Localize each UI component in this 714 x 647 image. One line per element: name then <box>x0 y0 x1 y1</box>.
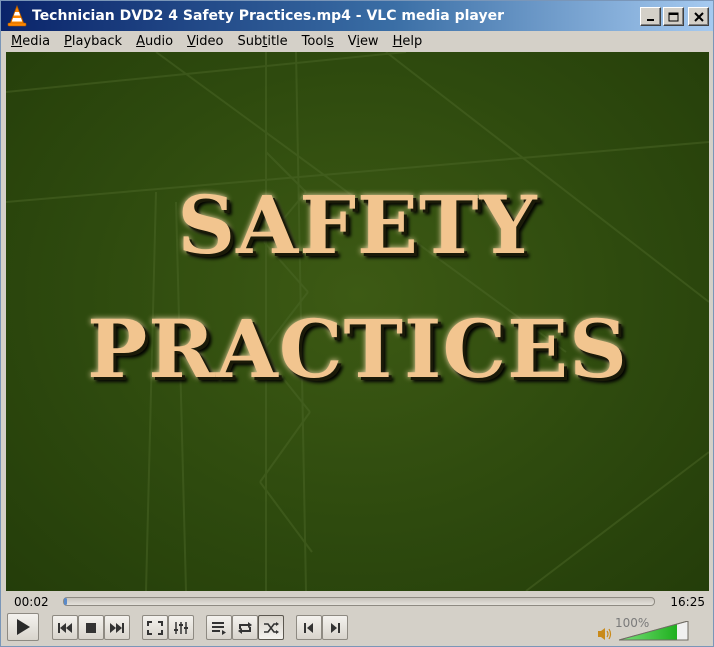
next-icon <box>110 622 124 633</box>
loop-button[interactable] <box>232 615 258 640</box>
vlc-cone-icon <box>7 5 27 27</box>
fullscreen-button[interactable] <box>142 615 168 640</box>
next-button[interactable] <box>104 615 130 640</box>
previous-button[interactable] <box>52 615 78 640</box>
play-icon <box>17 619 30 635</box>
play-button[interactable] <box>7 613 39 641</box>
shuffle-button[interactable] <box>258 615 284 640</box>
seek-slider[interactable] <box>63 597 655 606</box>
frame-back-icon <box>304 622 313 633</box>
previous-icon <box>58 622 72 633</box>
menu-media[interactable]: Media <box>4 34 57 49</box>
menu-subtitle[interactable]: Subtitle <box>230 34 294 49</box>
maximize-icon <box>668 12 679 21</box>
menu-audio[interactable]: Audio <box>129 34 180 49</box>
volume-control[interactable]: 100% <box>597 613 713 646</box>
stop-button[interactable] <box>78 615 104 640</box>
video-title-line1: SAFETY <box>177 178 538 272</box>
playlist-button[interactable] <box>206 615 232 640</box>
minimize-icon <box>646 18 654 21</box>
equalizer-icon <box>174 621 188 634</box>
fullscreen-icon <box>147 620 163 635</box>
menu-bar: Media Playback Audio Video Subtitle Tool… <box>1 31 713 52</box>
control-bar: 100% <box>1 613 713 646</box>
frame-forward-button[interactable] <box>322 615 348 640</box>
close-icon <box>693 11 704 22</box>
menu-video[interactable]: Video <box>180 34 230 49</box>
minimize-button[interactable] <box>640 7 661 26</box>
volume-slider[interactable] <box>619 621 689 641</box>
seek-progress <box>64 598 67 605</box>
window-title: Technician DVD2 4 Safety Practices.mp4 -… <box>32 8 504 24</box>
menu-tools[interactable]: Tools <box>295 34 341 49</box>
caption-buttons <box>640 7 709 26</box>
close-button[interactable] <box>688 7 709 26</box>
menu-playback[interactable]: Playback <box>57 34 129 49</box>
video-title-line2: PRACTICES <box>87 302 628 396</box>
stop-icon <box>86 622 96 633</box>
speaker-icon[interactable] <box>597 627 613 641</box>
menu-view[interactable]: View <box>341 34 386 49</box>
video-display[interactable]: SAFETY PRACTICES <box>6 52 709 591</box>
frame-back-button[interactable] <box>296 615 322 640</box>
maximize-button[interactable] <box>663 7 684 26</box>
title-bar[interactable]: Technician DVD2 4 Safety Practices.mp4 -… <box>1 1 713 31</box>
seek-row: 00:02 16:25 <box>1 592 713 612</box>
playlist-icon <box>212 621 226 635</box>
shuffle-icon <box>264 621 279 634</box>
loop-icon <box>238 621 252 634</box>
elapsed-time: 00:02 <box>14 595 49 609</box>
total-time[interactable]: 16:25 <box>670 595 705 609</box>
menu-help[interactable]: Help <box>386 34 430 49</box>
extended-settings-button[interactable] <box>168 615 194 640</box>
frame-forward-icon <box>331 622 340 633</box>
vlc-window: Technician DVD2 4 Safety Practices.mp4 -… <box>0 0 714 647</box>
